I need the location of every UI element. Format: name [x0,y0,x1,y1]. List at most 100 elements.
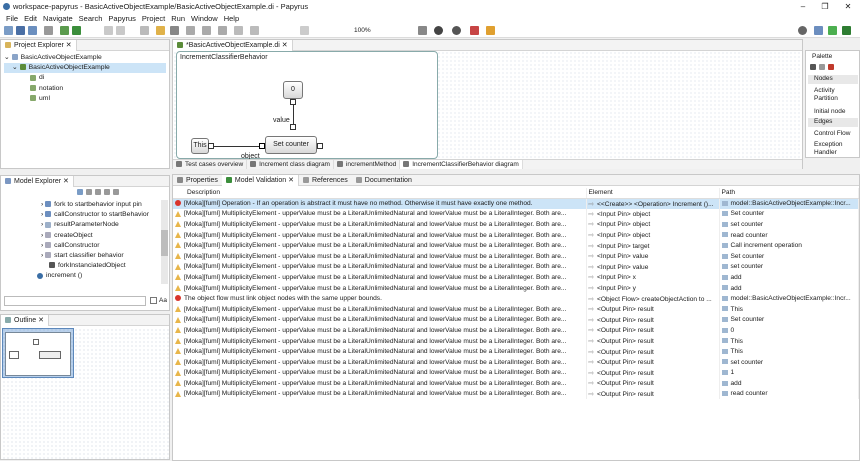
activity-frame[interactable]: IncrementClassifierBehavior 0 value This… [176,51,438,160]
maximize-icon[interactable]: ❐ [815,1,835,12]
table-row[interactable]: [Moka][fuml] MultiplicityElement - upper… [173,356,859,368]
marker-icon[interactable] [486,26,495,35]
tree-item[interactable]: uml [4,94,166,104]
table-row[interactable]: [Moka][fuml] MultiplicityElement - upper… [173,229,859,241]
table-row[interactable]: [Moka][fuml] MultiplicityElement - upper… [173,314,859,326]
search-icon[interactable] [798,26,807,35]
filter-icon[interactable] [95,189,101,196]
print-icon[interactable] [44,26,53,35]
minimize-icon[interactable]: – [793,1,813,12]
palette-group-nodes[interactable]: Nodes [808,75,858,84]
tab-increment-method[interactable]: incrementMethod [334,160,401,169]
menu-search[interactable]: Search [79,13,103,24]
tree-item[interactable]: increment () [37,271,161,281]
tree-item[interactable]: › createObject [41,231,161,241]
diagram-canvas[interactable]: IncrementClassifierBehavior 0 value This… [173,51,802,160]
table-row[interactable]: [Moka][fuml] MultiplicityElement - upper… [173,303,859,315]
value-specification-node[interactable]: 0 [283,81,303,99]
papyrus-perspective-icon[interactable] [828,26,837,35]
redo-icon[interactable] [116,26,125,35]
zoom-level[interactable]: 100% [354,27,371,34]
execute-icon[interactable] [434,26,443,35]
table-row[interactable]: [Moka][fuml] MultiplicityElement - upper… [173,208,859,220]
tab-outline[interactable]: Outline ✕ [1,315,49,326]
set-counter-action[interactable]: Set counter [265,136,317,154]
validate-icon[interactable] [418,26,427,35]
view-menu-icon[interactable] [113,189,119,196]
menu-help[interactable]: Help [224,13,239,24]
tab-editor-di[interactable]: *BasicActiveObjectExample.di ✕ [173,40,293,51]
filter-input[interactable] [4,296,146,306]
arrange-icon[interactable] [202,26,211,35]
chevron-right-icon[interactable]: › [41,221,43,228]
tree-item[interactable]: › resultParameterNode [41,220,161,230]
menu-edit[interactable]: Edit [24,13,37,24]
tab-test-cases[interactable]: Test cases overview [173,160,248,169]
outline-thumbnail[interactable] [2,328,169,459]
line-color-icon[interactable] [170,26,179,35]
chevron-right-icon[interactable]: › [41,242,43,249]
table-row[interactable]: [Moka][fuml] MultiplicityElement - upper… [173,261,859,273]
tab-documentation[interactable]: Documentation [352,175,416,186]
link-icon[interactable] [77,189,83,196]
table-row[interactable]: [Moka][fuml] MultiplicityElement - upper… [173,325,859,336]
output-pin[interactable] [317,143,323,149]
tab-class-diagram[interactable]: Increment class diagram [247,160,334,169]
menu-papyrus[interactable]: Papyrus [108,13,136,24]
tree-item[interactable]: › callConstructor to startBehavior [41,210,161,220]
route-icon[interactable] [218,26,227,35]
chevron-right-icon[interactable]: › [41,211,43,218]
layer-icon[interactable] [250,26,259,35]
chevron-down-icon[interactable]: ⌄ [12,64,18,71]
menu-file[interactable]: File [6,13,18,24]
save-all-icon[interactable] [28,26,37,35]
close-icon[interactable]: ✕ [838,1,858,12]
palette-item-exception-handler[interactable]: Exception Handler [814,141,858,157]
table-row[interactable]: [Moka][fuml] MultiplicityElement - upper… [173,378,859,389]
save-icon[interactable] [16,26,25,35]
java-perspective-icon[interactable] [842,26,851,35]
menu-window[interactable]: Window [191,13,218,24]
model-explorer-scrollbar[interactable] [161,200,168,284]
tab-model-explorer[interactable]: Model Explorer ✕ [1,176,74,187]
table-row[interactable]: [Moka][fuml] MultiplicityElement - upper… [173,219,859,230]
select-icon[interactable] [234,26,243,35]
scrollbar-thumb[interactable] [161,230,168,256]
table-row[interactable]: [Moka][fuml] Operation - If an operation… [173,198,859,209]
tree-item[interactable]: › callConstructor [41,241,161,251]
collapse-icon[interactable] [86,189,92,196]
case-checkbox[interactable] [150,297,157,304]
undo-icon[interactable] [104,26,113,35]
tree-item[interactable]: di [4,73,166,83]
chevron-right-icon[interactable]: › [41,232,43,239]
table-row[interactable]: [Moka][fuml] MultiplicityElement - upper… [173,335,859,347]
tab-references[interactable]: References [299,175,352,186]
input-pin[interactable] [290,124,296,130]
tree-item[interactable]: › start classifier behavior [41,251,161,261]
table-row[interactable]: [Moka][fuml] MultiplicityElement - upper… [173,346,859,357]
zoom-tool-icon[interactable] [819,64,825,71]
table-row[interactable]: [Moka][fuml] MultiplicityElement - upper… [173,240,859,251]
tree-item[interactable]: forkInstanciatedObject [41,261,161,271]
column-description[interactable]: Description [173,188,587,199]
tree-item[interactable]: ⌄ BasicActiveObjectExample [4,53,166,63]
palette-item-initial-node[interactable]: Initial node [814,108,858,116]
zoom-icon[interactable] [300,26,309,35]
table-row[interactable]: [Moka][fuml] MultiplicityElement - upper… [173,250,859,262]
chevron-right-icon[interactable]: › [41,201,43,208]
tree-item[interactable]: notation [4,84,166,94]
column-element[interactable]: Element [586,188,720,199]
table-row[interactable]: [Moka][fuml] MultiplicityElement - upper… [173,388,859,400]
debug-icon[interactable] [60,26,69,35]
tab-project-explorer[interactable]: Project Explorer ✕ [1,40,77,51]
menu-navigate[interactable]: Navigate [43,13,73,24]
palette-item-control-flow[interactable]: Control Flow [814,130,850,137]
chevron-right-icon[interactable]: › [41,252,43,259]
palette-item-activity-partition[interactable]: Activity Partition [814,87,858,103]
table-row[interactable]: [Moka][fuml] MultiplicityElement - upper… [173,282,859,294]
chevron-down-icon[interactable]: ⌄ [4,54,10,61]
table-row[interactable]: [Moka][fuml] MultiplicityElement - upper… [173,367,859,379]
outline-viewport[interactable] [2,328,74,378]
tree-item[interactable]: ⌄ BasicActiveObjectExample [4,63,166,74]
palette-group-edges[interactable]: Edges [808,118,858,127]
